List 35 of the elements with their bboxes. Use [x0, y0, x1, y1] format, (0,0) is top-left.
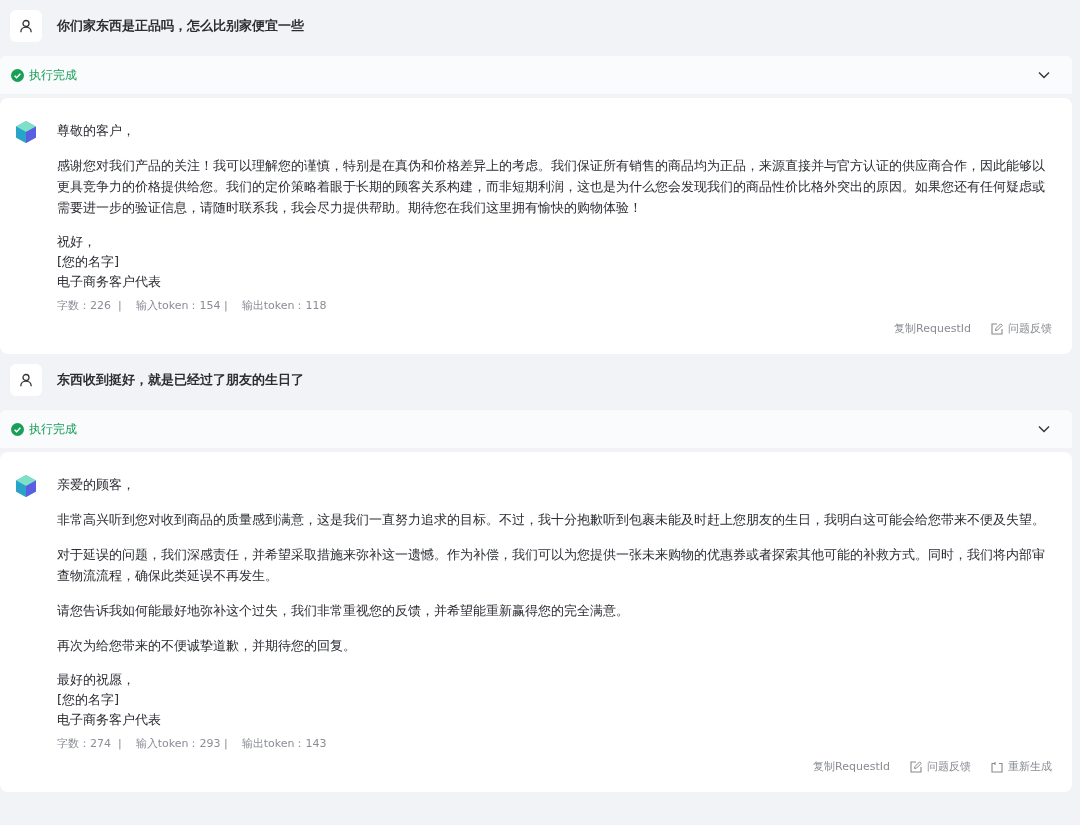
greeting-text: 尊敬的客户， — [57, 122, 136, 140]
edit-icon — [910, 760, 922, 773]
reply-paragraph: 请您告诉我如何能最好地弥补这个过失，我们非常重视您的反馈，并希望能重新赢得您的完全满意。 — [57, 602, 630, 620]
edit-icon — [991, 322, 1003, 335]
user-icon — [19, 19, 33, 33]
refresh-icon — [991, 760, 1003, 773]
chevron-icon[interactable] — [1038, 425, 1050, 433]
token-stats: 字数：274 | 输入token：293 | 输出token：143 — [57, 736, 328, 751]
reply-paragraph: 对于延误的问题，我们深感责任，并希望采取措施来弥补这一遗憾。作为补偿，我们可以为您提供一张未来购物的优惠券或者探索其他可能的补救方式。同时，我们将内部审查物流流程，确保此类延误不再发生。 — [57, 546, 1046, 585]
reply-paragraph: 非常高兴听到您对收到商品的质量感到满意，这是我们一直努力追求的目标。不过，我十分抱歉听到包裹未能及时赶上您朋友的生日，我明白这可能会给您带来不便及失望。 — [57, 511, 1046, 529]
token-stats: 字数：226 | 输入token：154 | 输出token：118 — [57, 298, 328, 313]
status-bar[interactable]: 执行完成 — [0, 56, 1072, 94]
user-question: 东西收到挺好，就是已经过了朋友的生日了 — [57, 371, 304, 389]
status-bar[interactable]: 执行完成 — [0, 410, 1072, 448]
signature-line: [您的名字] — [57, 253, 121, 271]
signature-line: 祝好， — [57, 233, 97, 251]
status-text: 执行完成 — [29, 66, 77, 84]
regenerate-button[interactable]: 重新生成 — [991, 757, 1052, 776]
signature-line: 电子商务客户代表 — [57, 273, 162, 291]
feedback-button[interactable]: 问题反馈 — [910, 757, 971, 776]
reply-paragraph: 感谢您对我们产品的关注！我可以理解您的谨慎，特别是在真伪和价格差异上的考虑。我们保证所有销售的商品均为正品，来源直接并与官方认证的供应商合作，因此能够以更具竞争力的价格提供给您。我们的定价策略着眼于长期的顾客关系构建，而非短期利润，这也是为什么您会发现我们的商品性价比格外突出的原因。如果您还有任何疑虑或需要进一步的验证信息，请随时联系我，我会尽力提供帮助。期待您在我们这里拥有愉快的购物体验！ — [57, 157, 1046, 217]
chevron-icon[interactable] — [1038, 71, 1050, 79]
feedback-button[interactable]: 问题反馈 — [991, 319, 1052, 338]
user-question: 你们家东西是正品吗，怎么比别家便宜一些 — [57, 17, 304, 35]
reply-paragraph: 再次为给您带来的不便诚挚道歉，并期待您的回复。 — [57, 637, 357, 655]
user-icon — [19, 373, 33, 387]
signature-line: [您的名字] — [57, 691, 121, 709]
signature-line: 最好的祝愿， — [57, 671, 136, 689]
greeting-text: 亲爱的顾客， — [57, 476, 136, 494]
copy-button[interactable]: 复制RequestId — [813, 757, 890, 776]
signature-line: 电子商务客户代表 — [57, 711, 162, 729]
status-text: 执行完成 — [29, 420, 77, 438]
cube-logo-icon — [14, 474, 38, 498]
copy-button[interactable]: 复制RequestId — [894, 319, 971, 338]
cube-logo-icon — [14, 120, 38, 144]
